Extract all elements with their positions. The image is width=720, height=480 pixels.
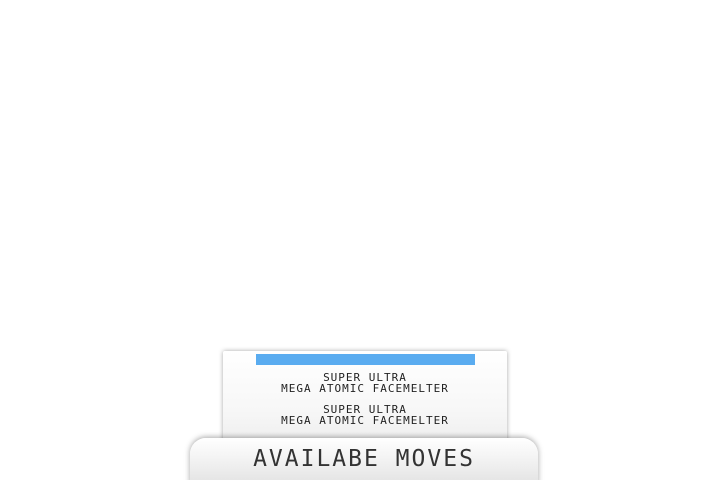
move-option-2-line2: MEGA ATOMIC FACEMELTER xyxy=(281,414,449,427)
available-moves-tab[interactable]: AVAILABE MOVES xyxy=(190,438,538,480)
available-moves-title: AVAILABE MOVES xyxy=(253,446,475,472)
available-moves-panel: SUPER ULTRA MEGA ATOMIC FACEMELTER SUPER… xyxy=(223,351,507,451)
selection-highlight-bar xyxy=(256,354,475,365)
move-option-2[interactable]: SUPER ULTRA MEGA ATOMIC FACEMELTER xyxy=(223,404,507,426)
move-option-1[interactable]: SUPER ULTRA MEGA ATOMIC FACEMELTER xyxy=(223,372,507,394)
move-option-1-line2: MEGA ATOMIC FACEMELTER xyxy=(281,382,449,395)
